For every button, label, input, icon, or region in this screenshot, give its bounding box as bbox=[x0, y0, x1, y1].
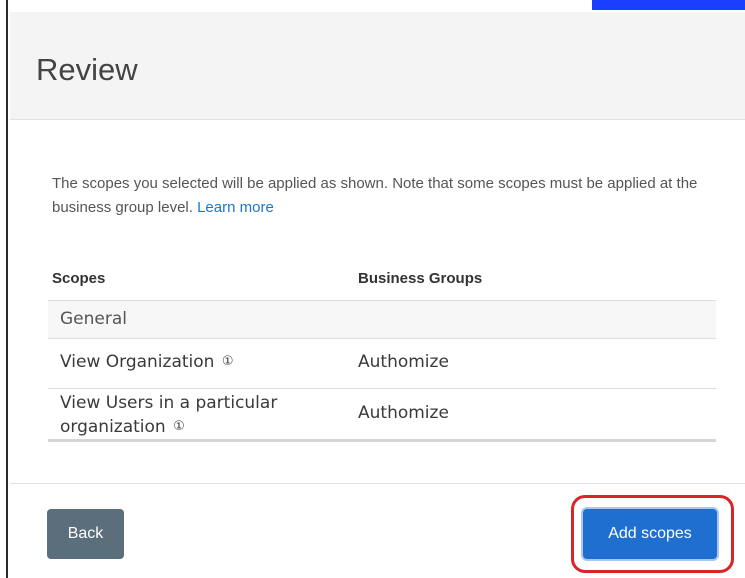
background-page-strip bbox=[0, 0, 745, 12]
scope-name: View Organization bbox=[60, 352, 215, 372]
add-scopes-button[interactable]: Add scopes bbox=[583, 509, 717, 559]
modal-title: Review bbox=[36, 52, 138, 87]
review-modal: Review The scopes you selected will be a… bbox=[10, 12, 745, 578]
scope-cell: View Users in a particular organization … bbox=[60, 391, 340, 439]
scope-cell: View Organization ① bbox=[60, 352, 234, 372]
footer-divider bbox=[10, 483, 745, 484]
header-scopes: Scopes bbox=[52, 270, 106, 287]
business-group-cell: Authomize bbox=[358, 352, 449, 372]
scope-name: View Users in a particular organization bbox=[60, 393, 278, 437]
group-label: General bbox=[60, 309, 127, 329]
intro-description: The scopes you selected will be applied … bbox=[52, 175, 698, 216]
table-group-row: General bbox=[48, 300, 716, 338]
header-business-groups: Business Groups bbox=[358, 270, 483, 287]
table-row: View Organization ① Authomize bbox=[48, 338, 716, 388]
background-page-edge bbox=[0, 0, 8, 578]
scopes-table: Scopes Business Groups General View Orga… bbox=[48, 262, 716, 442]
modal-header: Review bbox=[10, 12, 745, 120]
table-header: Scopes Business Groups bbox=[48, 262, 716, 300]
intro-text: The scopes you selected will be applied … bbox=[52, 172, 702, 220]
learn-more-link[interactable]: Learn more bbox=[197, 199, 274, 216]
info-circle-icon[interactable]: ① bbox=[222, 354, 234, 369]
info-circle-icon[interactable]: ① bbox=[173, 419, 185, 434]
background-link[interactable] bbox=[592, 0, 745, 10]
back-button[interactable]: Back bbox=[47, 509, 124, 559]
business-group-cell: Authomize bbox=[358, 403, 449, 423]
table-row: View Users in a particular organization … bbox=[48, 388, 716, 442]
